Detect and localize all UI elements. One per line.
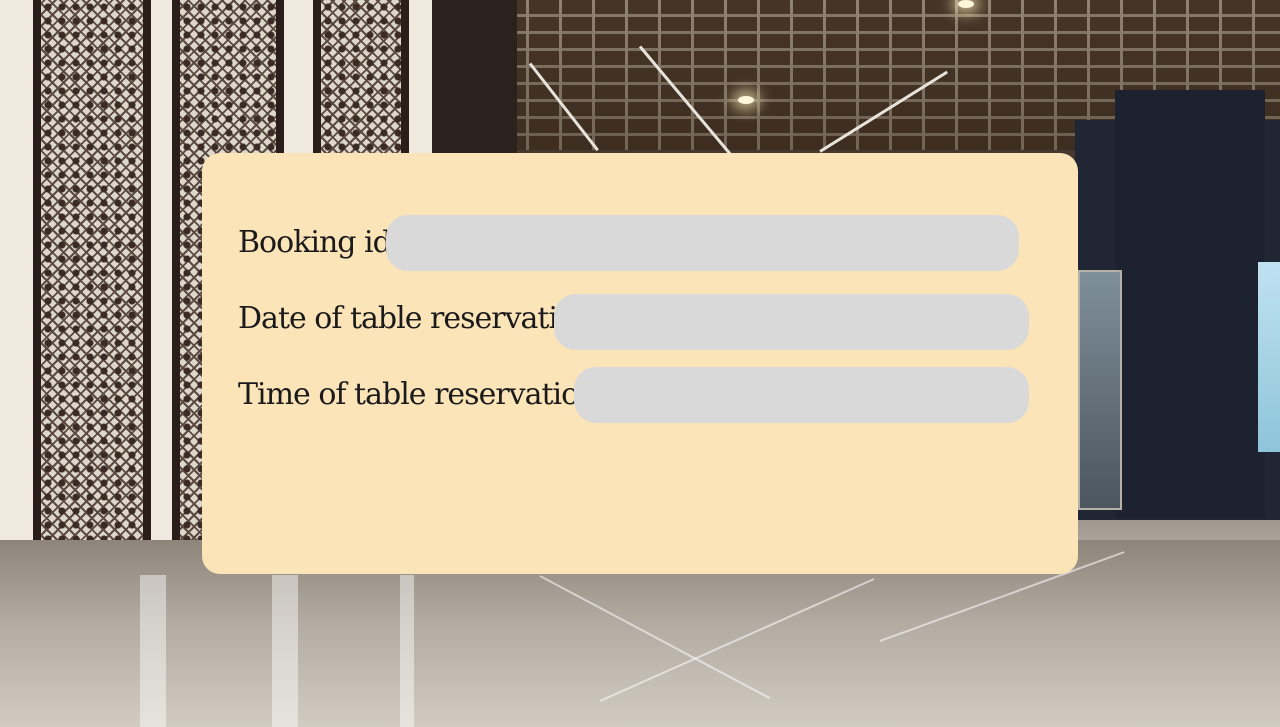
reservation-date-label: Date of table reservation: — [238, 301, 603, 336]
right-column — [1115, 90, 1265, 518]
lattice-panel — [33, 0, 151, 553]
reservation-time-row: Time of table reservation: — [238, 377, 607, 412]
booking-id-input[interactable] — [386, 215, 1019, 271]
floor-reflection — [400, 575, 414, 727]
reservation-date-input[interactable] — [554, 294, 1029, 350]
reservation-time-input[interactable] — [574, 367, 1029, 423]
ceiling-lamp — [738, 96, 754, 104]
ceiling-lamp — [958, 0, 974, 8]
window — [1258, 262, 1280, 452]
floor-reflection — [272, 575, 298, 727]
reservation-time-label: Time of table reservation: — [238, 377, 607, 412]
window — [1078, 270, 1122, 510]
booking-id-label: Booking id: — [238, 225, 401, 260]
reservation-date-row: Date of table reservation: — [238, 301, 603, 336]
booking-id-row: Booking id: — [238, 225, 401, 260]
booking-form-card: Booking id: Date of table reservation: T… — [202, 153, 1078, 574]
floor-reflection — [140, 575, 166, 727]
